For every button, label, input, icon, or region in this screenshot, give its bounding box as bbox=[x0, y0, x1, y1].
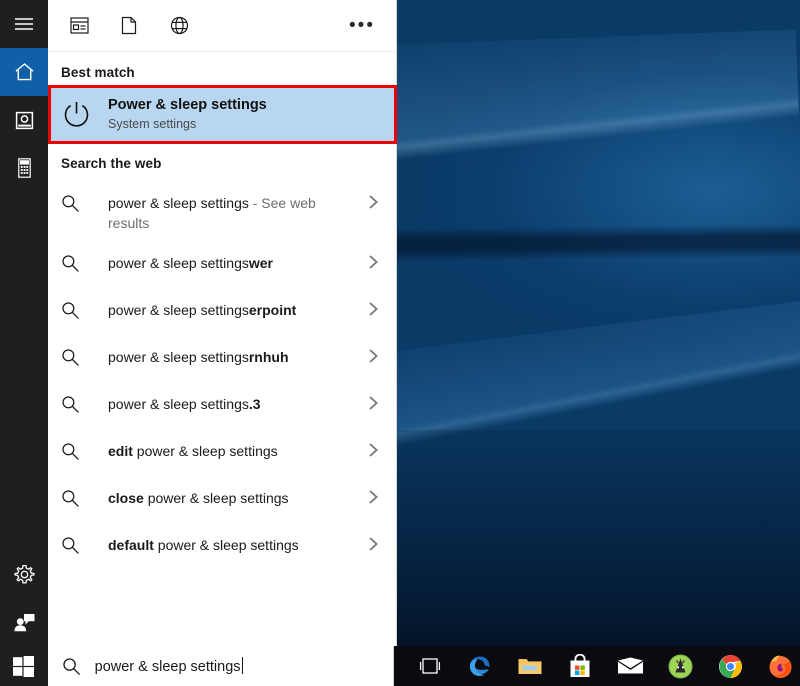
chevron-right-icon[interactable] bbox=[360, 523, 386, 552]
best-match-text: Power & sleep settings System settings bbox=[108, 96, 267, 133]
search-icon bbox=[61, 476, 108, 513]
chevron-right-icon[interactable] bbox=[360, 429, 386, 458]
edge-icon[interactable] bbox=[460, 646, 500, 686]
web-result-item[interactable]: edit power & sleep settings bbox=[48, 429, 396, 476]
more-options-icon[interactable]: ••• bbox=[342, 4, 382, 48]
taskbar-search-input[interactable]: power & sleep settings bbox=[47, 646, 394, 686]
windows-start-icon[interactable] bbox=[0, 646, 48, 686]
chrome-icon[interactable] bbox=[710, 646, 750, 686]
power-icon bbox=[61, 99, 108, 130]
web-result-label: power & sleep settingswer bbox=[108, 255, 273, 271]
sidebar-item-home[interactable] bbox=[0, 48, 48, 96]
web-result-label: power & sleep settingserpoint bbox=[108, 302, 297, 318]
web-result-item[interactable]: power & sleep settingserpoint bbox=[48, 288, 396, 335]
taskbar: power & sleep settings bbox=[0, 646, 800, 686]
best-match-heading: Best match bbox=[61, 65, 135, 80]
panel-toolbar: ••• bbox=[48, 0, 396, 52]
web-result-label: edit power & sleep settings bbox=[108, 443, 278, 459]
text-caret bbox=[241, 657, 243, 674]
web-result-label: close power & sleep settings bbox=[108, 490, 289, 506]
web-result-label: power & sleep settings - See web results bbox=[108, 195, 316, 231]
best-match-container: Power & sleep settings System settings bbox=[48, 85, 397, 144]
android-studio-icon[interactable] bbox=[660, 646, 700, 686]
globe-icon[interactable] bbox=[154, 4, 204, 48]
sidebar-item-calculator[interactable] bbox=[0, 144, 48, 192]
search-icon bbox=[62, 657, 81, 676]
firefox-icon[interactable] bbox=[760, 646, 800, 686]
hamburger-menu-icon[interactable] bbox=[0, 0, 48, 48]
chevron-right-icon[interactable] bbox=[360, 288, 386, 317]
search-input-value: power & sleep settings bbox=[95, 657, 243, 675]
rail-bottom-group bbox=[0, 550, 48, 646]
search-query-text: power & sleep settings bbox=[94, 659, 241, 675]
web-result-label: power & sleep settingsrnhuh bbox=[108, 349, 289, 365]
search-the-web-heading: Search the web bbox=[61, 156, 162, 171]
web-result-item[interactable]: power & sleep settings.3 bbox=[48, 382, 396, 429]
wallpaper-glow bbox=[420, 40, 800, 340]
document-page-icon[interactable] bbox=[104, 4, 154, 48]
taskbar-pinned-icons bbox=[394, 646, 800, 686]
web-result-label: power & sleep settings.3 bbox=[108, 396, 261, 412]
mail-envelope-icon[interactable] bbox=[610, 646, 650, 686]
chevron-right-icon[interactable] bbox=[360, 476, 386, 505]
best-match-title: Power & sleep settings bbox=[108, 97, 267, 113]
start-menu-left-rail bbox=[0, 0, 48, 646]
start-search-panel: ••• Best match Power & sleep settings Sy… bbox=[48, 0, 397, 646]
web-result-item[interactable]: close power & sleep settings bbox=[48, 476, 396, 523]
chevron-right-icon[interactable] bbox=[360, 382, 386, 411]
sidebar-item-photos[interactable] bbox=[0, 96, 48, 144]
apps-window-icon[interactable] bbox=[54, 4, 104, 48]
best-match-result-power-sleep-settings[interactable]: Power & sleep settings System settings bbox=[48, 88, 395, 141]
search-icon bbox=[61, 335, 108, 372]
search-icon bbox=[61, 523, 108, 560]
feedback-person-icon[interactable] bbox=[0, 598, 48, 646]
gear-icon[interactable] bbox=[0, 550, 48, 598]
search-icon bbox=[61, 288, 108, 325]
search-icon bbox=[61, 241, 108, 278]
web-result-item[interactable]: default power & sleep settings bbox=[48, 523, 396, 570]
web-result-item[interactable]: power & sleep settings - See web results bbox=[48, 181, 396, 241]
web-results-list: power & sleep settings - See web results… bbox=[48, 181, 396, 570]
best-match-subtitle: System settings bbox=[108, 117, 197, 131]
web-result-label: default power & sleep settings bbox=[108, 537, 299, 553]
chevron-right-icon[interactable] bbox=[360, 241, 386, 270]
search-icon bbox=[61, 382, 108, 419]
task-view-icon[interactable] bbox=[410, 646, 450, 686]
web-result-item[interactable]: power & sleep settingsrnhuh bbox=[48, 335, 396, 382]
folder-icon[interactable] bbox=[510, 646, 550, 686]
chevron-right-icon[interactable] bbox=[360, 335, 386, 364]
chevron-right-icon[interactable] bbox=[360, 181, 386, 210]
store-bag-icon[interactable] bbox=[560, 646, 600, 686]
search-icon bbox=[61, 181, 108, 218]
web-result-item[interactable]: power & sleep settingswer bbox=[48, 241, 396, 288]
search-icon bbox=[61, 429, 108, 466]
